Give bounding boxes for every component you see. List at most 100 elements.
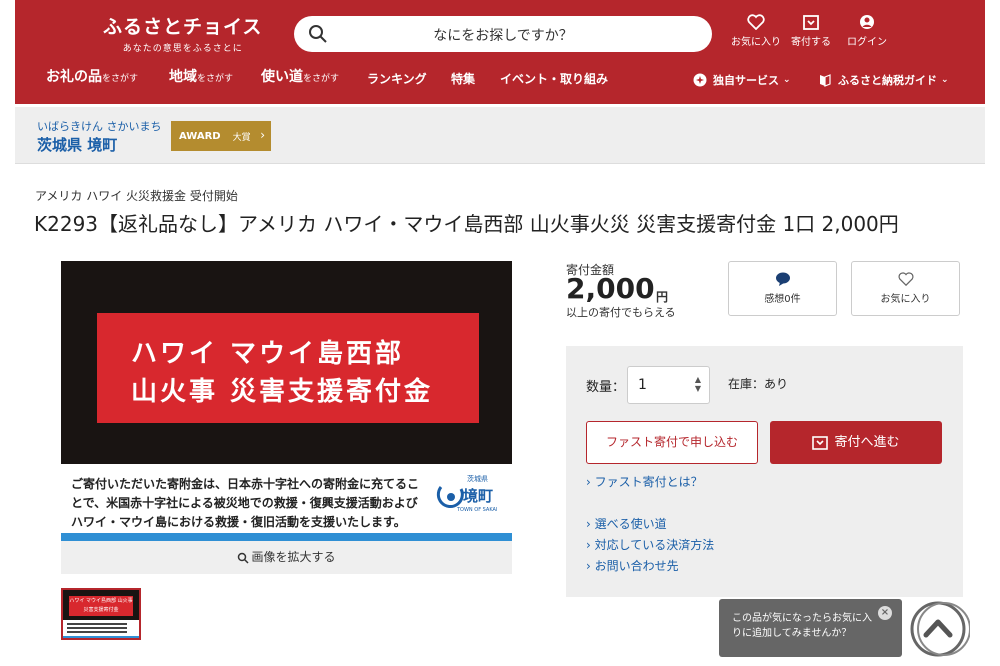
favorite-button[interactable]: お気に入り — [851, 261, 960, 316]
nav-gifts[interactable]: お礼の品をさがす — [46, 66, 138, 86]
proceed-donation-button[interactable]: 寄付へ進む — [770, 421, 942, 464]
book-icon — [820, 74, 831, 87]
login-link[interactable]: ログイン — [837, 14, 897, 48]
nav-feature-main: 特集 — [451, 72, 476, 86]
proceed-donation-label: 寄付へ進む — [834, 435, 900, 450]
chevron-right-icon: › — [260, 128, 265, 142]
thumbnail-text-lines — [67, 623, 127, 635]
stock-status: 在庫：あり — [728, 377, 789, 391]
nav-region-sub: をさがす — [197, 74, 234, 84]
nav-usage[interactable]: 使い道をさがす — [261, 66, 339, 86]
payment-methods-link[interactable]: › 対応している決済方法 — [586, 536, 714, 553]
purchase-panel: 数量： 1 ▲ ▼ 在庫：あり ファスト寄付で申し込む 寄付へ進む › ファスト寄… — [566, 346, 963, 597]
sakai-logo-name: 境町 — [463, 487, 494, 505]
chevron-down-icon: ⌄ — [941, 75, 949, 85]
contact-link[interactable]: › お問い合わせ先 — [586, 557, 679, 574]
scroll-top-icon[interactable] — [910, 601, 970, 657]
thumbnail-blue-strip — [63, 636, 139, 638]
image-headline-2: 山火事 災害支援寄付金 — [131, 377, 434, 407]
heart-icon — [747, 14, 765, 30]
tooltip-line: この品が気になったらお気に入 — [732, 613, 872, 624]
site-logo[interactable]: ふるさとチョイス あなたの意思をふるさとに — [103, 12, 262, 54]
nav-original-services[interactable]: 独自サービス ⌄ — [693, 72, 791, 88]
quantity-select[interactable]: 1 ▲ ▼ — [627, 366, 710, 404]
image-note-line: ハワイ・マウイ島における救援・復旧活動を支援いたします。 — [71, 515, 406, 529]
fast-donation-button[interactable]: ファスト寄付で申し込む — [586, 421, 758, 464]
nav-usage-sub: をさがす — [303, 74, 340, 84]
image-note: ご寄付いただいた寄附金は、日本赤十字社への寄附金に充てるこ とで、米国赤十字社に… — [71, 475, 421, 532]
contact-label: お問い合わせ先 — [594, 559, 679, 573]
reviews-label: 感想0件 — [764, 294, 801, 305]
login-label: ログイン — [847, 37, 887, 48]
favorite-tooltip: この品が気になったらお気に入 りに追加してみませんか？ — [719, 599, 902, 657]
site-header: ふるさとチョイス あなたの意思をふるさとに なにをお探しですか？ お気に入り 寄… — [15, 0, 985, 104]
search-placeholder: なにをお探しですか？ — [433, 28, 573, 44]
nav-guide[interactable]: ふるさと納税ガイド ⌄ — [818, 72, 949, 88]
nav-original-services-label: 独自サービス — [713, 74, 779, 87]
sparkle-icon — [693, 73, 707, 87]
donate-link[interactable]: 寄付する — [781, 14, 841, 48]
image-dark-background: ハワイ マウイ島西部 山火事 災害支援寄付金 — [61, 261, 512, 464]
award-badge[interactable]: AWARD 大賞 › — [171, 121, 271, 151]
donate-label: 寄付する — [791, 37, 831, 48]
nav-events[interactable]: イベント・取り組み — [500, 70, 608, 87]
logo-tagline: あなたの意思をふるさとに — [122, 44, 243, 54]
zoom-label: 画像を拡大する — [251, 550, 336, 564]
reviews-button[interactable]: 感想0件 — [728, 261, 837, 316]
price-unit: 円 — [656, 290, 669, 304]
sakai-logo-pref: 茨城県 — [467, 475, 488, 483]
price-note: 以上の寄付でもらえる — [566, 306, 676, 319]
magnifier-icon — [238, 552, 250, 564]
chevron-down-icon: ⌄ — [783, 75, 791, 85]
nav-region-main: 地域 — [169, 69, 197, 85]
image-note-line: とで、米国赤十字社による被災地での救援・復興支援活動および — [71, 496, 418, 510]
tooltip-line: りに追加してみませんか？ — [732, 628, 852, 639]
select-arrows-icon: ▲ ▼ — [694, 375, 701, 393]
user-icon — [860, 15, 874, 29]
sakai-logo-en: TOWN OF SAKAI — [457, 507, 498, 513]
image-blue-strip — [61, 533, 512, 541]
product-main-image[interactable]: ハワイ マウイ島西部 山火事 災害支援寄付金 ご寄付いただいた寄附金は、日本赤十… — [61, 261, 512, 541]
price-amount: 2,000 — [566, 272, 655, 305]
donate-box-icon — [812, 436, 829, 450]
quantity-label: 数量： — [586, 380, 626, 395]
image-note-line: ご寄付いただいた寄附金は、日本赤十字社への寄附金に充てるこ — [71, 477, 420, 491]
thumbnail-dark: ハワイ マウイ島西部 山火事 災害支援寄付金 — [63, 590, 139, 620]
nav-events-main: イベント・取り組み — [500, 72, 609, 86]
nav-gifts-main: お礼の品 — [46, 69, 102, 85]
zoom-image-button[interactable]: 画像を拡大する — [61, 541, 512, 574]
nav-guide-label: ふるさと納税ガイド — [838, 74, 937, 87]
fast-donation-info-label: ファスト寄付とは？ — [594, 475, 703, 489]
quantity-value: 1 — [638, 377, 647, 393]
logo-title: ふるさとチョイス — [103, 16, 263, 38]
product-thumbnail[interactable]: ハワイ マウイ島西部 山火事 災害支援寄付金 — [61, 588, 141, 640]
donate-box-icon — [803, 15, 819, 30]
nav-feature[interactable]: 特集 — [451, 70, 475, 87]
usage-choices-label: 選べる使い道 — [594, 517, 667, 531]
award-label: AWARD — [179, 130, 221, 142]
favorites-link[interactable]: お気に入り — [726, 14, 786, 48]
award-rank: 大賞 — [232, 132, 251, 143]
payment-methods-label: 対応している決済方法 — [594, 538, 715, 552]
nav-region[interactable]: 地域をさがす — [169, 66, 233, 86]
municipality-bar: いばらきけん さかいまち 茨城県 境町 AWARD 大賞 › — [15, 107, 985, 164]
image-red-banner: ハワイ マウイ島西部 山火事 災害支援寄付金 — [97, 313, 479, 423]
product-title: K2293【返礼品なし】アメリカ ハワイ・マウイ島西部 山火事火災 災害支援寄付… — [34, 212, 899, 236]
search-input[interactable]: なにをお探しですか？ — [294, 16, 712, 52]
nav-usage-main: 使い道 — [261, 69, 303, 85]
favorites-label: お気に入り — [731, 37, 781, 48]
nav-ranking-main: ランキング — [367, 72, 427, 86]
image-headline-1: ハワイ マウイ島西部 — [131, 339, 405, 369]
nav-ranking[interactable]: ランキング — [367, 70, 427, 87]
favorite-label: お気に入り — [880, 294, 931, 305]
close-icon[interactable]: × — [878, 606, 892, 620]
municipality-name[interactable]: 茨城県 境町 — [37, 134, 117, 155]
speech-bubble-icon — [775, 272, 790, 286]
usage-choices-link[interactable]: › 選べる使い道 — [586, 515, 667, 532]
thumbnail-headline: ハワイ マウイ島西部 山火事 災害支援寄付金 — [69, 596, 133, 616]
product-category: アメリカ ハワイ 火災救援金 受付開始 — [35, 189, 238, 203]
heart-icon — [897, 272, 914, 287]
municipality-kana[interactable]: いばらきけん さかいまち — [37, 118, 162, 134]
fast-donation-info-link[interactable]: › ファスト寄付とは？ — [586, 473, 703, 490]
nav-gifts-sub: をさがす — [102, 74, 139, 84]
